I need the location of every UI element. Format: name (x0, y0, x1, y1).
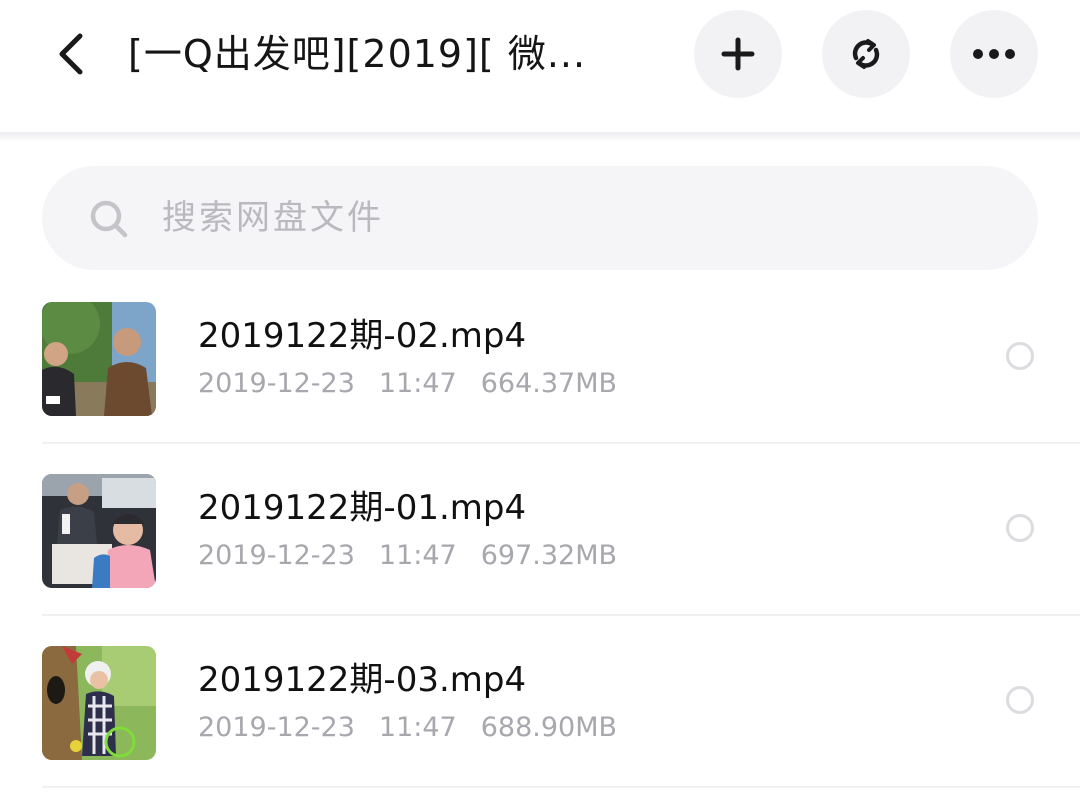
select-radio[interactable] (1006, 342, 1034, 370)
file-name: 2019122期-02.mp4 (198, 316, 527, 356)
file-time: 11:47 (378, 540, 457, 571)
search-icon (90, 200, 128, 238)
file-meta: 2019-12-23 11:47 664.37MB (198, 368, 641, 399)
video-thumbnail (42, 474, 156, 588)
top-bar: [一Q出发吧][2019][ 微... (0, 0, 1080, 132)
plus-icon (721, 37, 755, 71)
file-size: 664.37MB (480, 368, 618, 399)
file-date: 2019-12-23 (198, 540, 355, 571)
search-input[interactable] (162, 188, 982, 248)
video-thumbnail (42, 302, 156, 416)
file-name: 2019122期-01.mp4 (198, 488, 527, 528)
file-date: 2019-12-23 (198, 368, 355, 399)
file-time: 11:47 (378, 712, 457, 743)
file-size: 688.90MB (480, 712, 618, 743)
file-row[interactable]: 2019122期-02.mp4 2019-12-23 11:47 664.37M… (0, 272, 1080, 444)
search-bar[interactable] (42, 166, 1038, 270)
add-button[interactable] (694, 10, 782, 98)
video-thumbnail (42, 646, 156, 760)
back-button[interactable] (44, 22, 98, 86)
select-radio[interactable] (1006, 686, 1034, 714)
refresh-icon (852, 39, 880, 69)
chevron-left-icon (59, 33, 83, 75)
row-divider (42, 786, 1080, 788)
more-button[interactable] (950, 10, 1038, 98)
file-list: 2019122期-02.mp4 2019-12-23 11:47 664.37M… (0, 272, 1080, 788)
file-meta: 2019-12-23 11:47 697.32MB (198, 540, 641, 571)
select-radio[interactable] (1006, 514, 1034, 542)
file-row[interactable]: 2019122期-01.mp4 2019-12-23 11:47 697.32M… (0, 444, 1080, 616)
header-divider (0, 132, 1080, 142)
refresh-button[interactable] (822, 10, 910, 98)
folder-title: [一Q出发吧][2019][ 微... (128, 32, 587, 76)
more-horizontal-icon (973, 49, 1015, 59)
file-time: 11:47 (378, 368, 457, 399)
file-date: 2019-12-23 (198, 712, 355, 743)
file-size: 697.32MB (480, 540, 618, 571)
file-name: 2019122期-03.mp4 (198, 660, 527, 700)
file-row[interactable]: 2019122期-03.mp4 2019-12-23 11:47 688.90M… (0, 616, 1080, 788)
file-meta: 2019-12-23 11:47 688.90MB (198, 712, 641, 743)
